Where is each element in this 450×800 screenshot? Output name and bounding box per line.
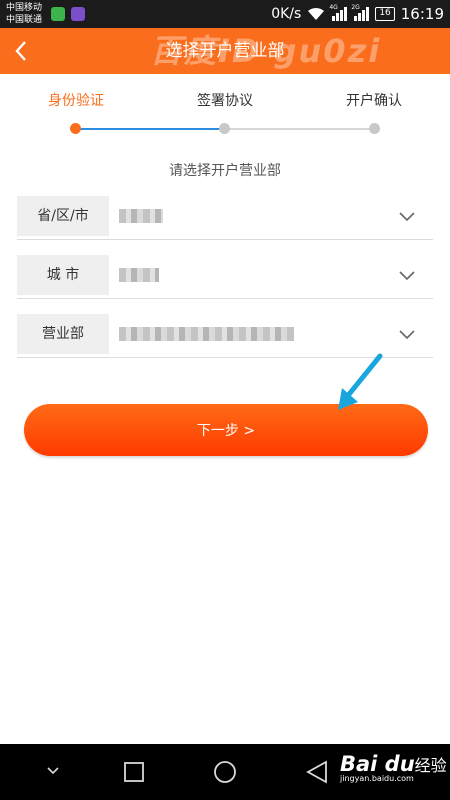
step-label-agreement: 签署协议 bbox=[197, 93, 253, 109]
province-select[interactable]: 省/区/市 bbox=[17, 196, 433, 240]
signal-2g-label: 2G bbox=[351, 4, 360, 11]
city-select[interactable]: 城 市 bbox=[17, 255, 433, 299]
jingyan-text: 经验 bbox=[414, 756, 447, 775]
chevron-down-icon[interactable] bbox=[399, 208, 415, 224]
clock: 16:19 bbox=[400, 5, 444, 23]
signal-2g-icon: 2G bbox=[351, 4, 370, 21]
signal-4g-label: 4G bbox=[329, 4, 338, 11]
step-dot-agreement bbox=[219, 123, 230, 134]
annotation-arrow-icon bbox=[338, 353, 383, 410]
progress-line-pending bbox=[228, 128, 369, 130]
notification-app-icon bbox=[51, 7, 65, 21]
province-label: 省/区/市 bbox=[17, 196, 109, 236]
back-icon bbox=[15, 41, 26, 61]
province-value-blurred bbox=[119, 209, 163, 223]
carrier-info: 中国移动 中国联通 bbox=[6, 2, 42, 26]
jingyan-url: jingyan.baidu.com bbox=[340, 774, 414, 783]
branch-value-blurred bbox=[119, 327, 294, 341]
baidu-brand: Bai du bbox=[340, 752, 415, 776]
progress-line-completed bbox=[81, 128, 220, 130]
step-dot-confirm bbox=[369, 123, 380, 134]
nav-back-icon[interactable] bbox=[306, 760, 328, 784]
nav-home-icon[interactable] bbox=[213, 760, 237, 784]
signal-4g-icon: 4G bbox=[329, 4, 348, 21]
step-label-identity: 身份验证 bbox=[48, 93, 104, 109]
page-title: 选择开户营业部 bbox=[165, 41, 285, 61]
select-branch-prompt: 请选择开户营业部 bbox=[169, 163, 281, 179]
step-dot-identity bbox=[70, 123, 81, 134]
city-value-blurred bbox=[119, 268, 159, 282]
status-indicators: 0K/s 4G 2G 16 16:19 bbox=[271, 0, 444, 28]
battery-icon: 16 bbox=[375, 7, 395, 21]
nav-recent-icon[interactable] bbox=[124, 762, 144, 782]
app-bar: 百度ID gu0zi 选择开户营业部 bbox=[0, 28, 450, 74]
city-label: 城 市 bbox=[17, 255, 109, 295]
wifi-icon bbox=[308, 7, 325, 20]
carrier-1: 中国移动 bbox=[6, 3, 43, 13]
chevron-down-icon[interactable] bbox=[399, 267, 415, 283]
notification-gallery-icon bbox=[71, 7, 85, 21]
back-button[interactable] bbox=[14, 36, 38, 66]
baidu-jingyan-watermark: Bai du经验 jingyan.baidu.com bbox=[340, 752, 447, 783]
net-speed: 0K/s bbox=[271, 6, 302, 22]
chevron-down-icon[interactable] bbox=[399, 326, 415, 342]
status-bar: 中国移动 中国联通 0K/s 4G 2G 16 16:19 bbox=[0, 0, 450, 28]
nav-menu-icon[interactable] bbox=[46, 766, 60, 776]
step-label-confirm: 开户确认 bbox=[346, 93, 402, 109]
branch-label: 营业部 bbox=[17, 314, 109, 354]
carrier-2: 中国联通 bbox=[6, 15, 43, 25]
